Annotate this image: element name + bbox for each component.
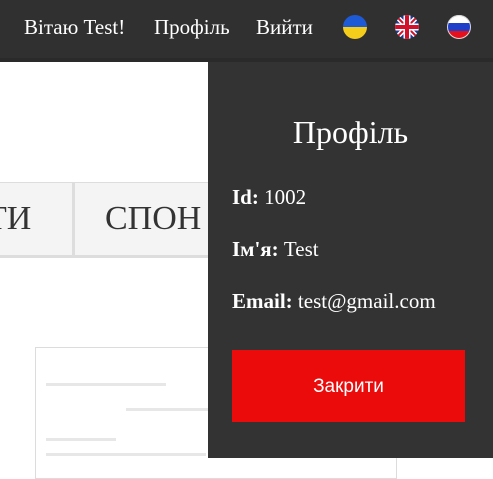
close-button[interactable]: Закрити (232, 350, 465, 422)
logout-link[interactable]: Вийти (256, 14, 313, 40)
faded-image-line (46, 438, 116, 441)
uk-flag-icon[interactable] (395, 15, 419, 39)
field-value: 1002 (264, 185, 307, 209)
profile-email-row: Email: test@gmail.com (232, 288, 436, 314)
main-nav: ТИ СПОН (0, 182, 210, 258)
nav-divider (72, 183, 75, 255)
nav-item-2[interactable]: СПОН (105, 183, 201, 255)
profile-id-row: Id: 1002 (232, 184, 306, 210)
top-bar: Вітаю Test! Профіль Вийти (0, 0, 493, 62)
field-label: Email: (232, 289, 293, 313)
field-value: test@gmail.com (297, 289, 436, 313)
field-label: Ім'я: (232, 237, 279, 261)
panel-title: Профіль (292, 114, 409, 150)
field-label: Id: (232, 185, 259, 209)
ukraine-flag-icon[interactable] (343, 15, 367, 39)
nav-item-1[interactable]: ТИ (0, 183, 31, 255)
field-value: Test (283, 237, 319, 261)
profile-link[interactable]: Профіль (154, 14, 230, 40)
profile-name-row: Ім'я: Test (232, 236, 319, 262)
russia-flag-icon[interactable] (447, 15, 471, 39)
faded-image-line (46, 383, 166, 386)
greeting-text: Вітаю Test! (24, 15, 126, 39)
profile-panel: Профіль Id: 1002 Ім'я: Test Email: test@… (208, 62, 493, 458)
faded-image-line (126, 408, 216, 411)
faded-image-line (46, 453, 206, 456)
